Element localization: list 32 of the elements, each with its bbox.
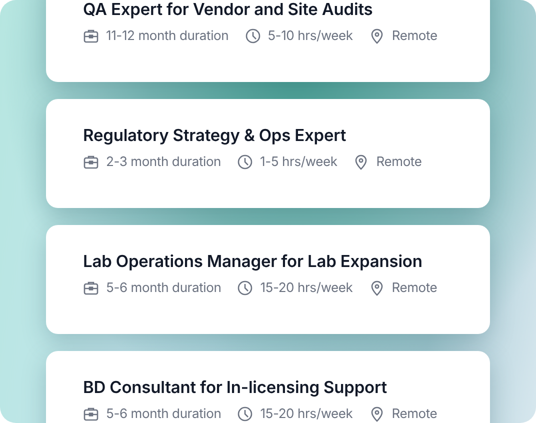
hours-text: 15-20 hrs/week: [260, 280, 353, 296]
hours-text: 1-5 hrs/week: [260, 154, 338, 170]
duration-text: 5-6 month duration: [106, 280, 222, 296]
clock-icon: [237, 406, 254, 422]
location-pin-icon: [368, 280, 385, 296]
job-card[interactable]: Lab Operations Manager for Lab Expansion 5-6 month duration 15-20 hrs/week Remote: [46, 225, 490, 334]
location-text: Remote: [376, 154, 422, 170]
briefcase-icon: [83, 406, 99, 422]
job-title: BD Consultant for In-licensing Support: [83, 377, 388, 397]
location-pin-icon: [368, 28, 385, 44]
job-card[interactable]: Regulatory Strategy & Ops Expert 2-3 month duration 1-5 hrs/week Remote: [46, 99, 490, 208]
job-title: Lab Operations Manager for Lab Expansion: [83, 251, 424, 271]
briefcase-icon: [83, 280, 99, 296]
duration-text: 2-3 month duration: [106, 154, 222, 170]
location-pin-icon: [353, 154, 370, 170]
job-title: Regulatory Strategy & Ops Expert: [83, 125, 348, 145]
clock-icon: [237, 280, 254, 296]
duration-text: 11-12 month duration: [106, 28, 229, 44]
location-text: Remote: [392, 28, 438, 44]
job-card[interactable]: QA Expert for Vendor and Site Audits 11-12 month duration 5-10 hrs/week Remote: [46, 0, 490, 82]
hours-text: 15-20 hrs/week: [260, 406, 353, 422]
location-pin-icon: [368, 406, 385, 422]
clock-icon: [237, 154, 254, 170]
location-text: Remote: [392, 406, 438, 422]
briefcase-icon: [83, 28, 99, 44]
briefcase-icon: [83, 154, 99, 170]
job-card[interactable]: BD Consultant for In-licensing Support 5-6 month duration 15-20 hrs/week Remote: [46, 351, 490, 423]
location-text: Remote: [392, 280, 438, 296]
hours-text: 5-10 hrs/week: [268, 28, 353, 44]
job-title: QA Expert for Vendor and Site Audits: [83, 0, 374, 19]
duration-text: 5-6 month duration: [106, 406, 222, 422]
clock-icon: [244, 28, 261, 44]
